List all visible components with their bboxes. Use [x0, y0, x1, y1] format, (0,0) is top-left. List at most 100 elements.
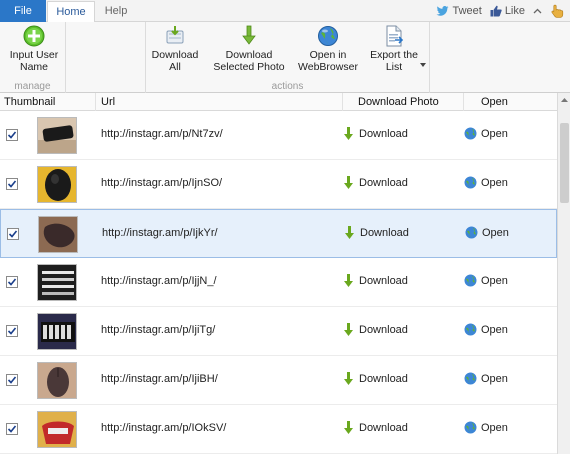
table-row[interactable]: http://instagr.am/p/IjnSO/ Download Open [0, 160, 557, 209]
row-open-link[interactable]: Open [465, 226, 509, 239]
globe-icon [464, 176, 477, 189]
download-label: Download [359, 422, 408, 434]
tweet-label: Tweet [452, 5, 482, 17]
download-arrow-icon [242, 25, 256, 45]
row-checkbox[interactable] [7, 228, 19, 240]
row-download-link[interactable]: Download [345, 226, 409, 240]
download-all-icon [166, 26, 184, 44]
dropdown-arrow-icon [420, 63, 426, 67]
input-user-name-label: Input User Name [9, 49, 59, 73]
open-label: Open [481, 127, 508, 140]
ribbon-group-actions: Download All Download Selected Photo Ope… [145, 22, 430, 93]
tab-help[interactable]: Help [98, 0, 134, 22]
scroll-up-arrow-icon[interactable] [558, 93, 570, 107]
table-row-selected[interactable]: http://instagr.am/p/IjkYr/ Download Open [0, 209, 557, 258]
open-label: Open [481, 176, 508, 189]
pointing-hand-icon[interactable] [550, 4, 564, 18]
row-download-link[interactable]: Download [344, 421, 408, 435]
row-open-link[interactable]: Open [464, 421, 508, 434]
photo-thumbnail [37, 362, 77, 399]
download-label: Download [359, 373, 408, 385]
photo-grid: http://instagr.am/p/Nt7zv/ Download Open… [0, 111, 557, 454]
row-open-link[interactable]: Open [464, 372, 508, 385]
table-row[interactable]: http://instagr.am/p/IOkSV/ Download Open [0, 405, 557, 454]
grid-column-header: Thumbnail Url Download Photo Open [0, 93, 557, 111]
checkmark-icon [7, 131, 17, 139]
tab-home[interactable]: Home [47, 1, 95, 23]
column-thumbnail[interactable]: Thumbnail [4, 93, 94, 111]
download-all-button[interactable]: Download All [148, 25, 202, 73]
export-list-label: Export the List [370, 49, 418, 73]
row-checkbox[interactable] [6, 325, 18, 337]
download-label: Download [359, 275, 408, 287]
tweet-button[interactable]: Tweet [436, 5, 482, 17]
open-label: Open [481, 274, 508, 287]
table-row[interactable]: http://instagr.am/p/IjiBH/ Download Open [0, 356, 557, 405]
download-all-label: Download All [151, 49, 199, 73]
column-download-photo[interactable]: Download Photo [358, 93, 462, 111]
download-label: Download [360, 227, 409, 239]
row-download-link[interactable]: Download [344, 323, 408, 337]
open-in-browser-label: Open in WebBrowser [298, 49, 358, 73]
globe-icon [464, 323, 477, 336]
tab-file[interactable]: File [0, 0, 46, 22]
row-open-link[interactable]: Open [464, 274, 508, 287]
row-url: http://instagr.am/p/Nt7zv/ [101, 128, 223, 140]
photo-thumbnail [37, 264, 77, 301]
globe-icon [464, 421, 477, 434]
like-button[interactable]: Like [490, 5, 525, 17]
download-label: Download [359, 324, 408, 336]
row-checkbox[interactable] [6, 423, 18, 435]
export-list-button[interactable]: Export the List [364, 25, 426, 73]
top-right-actions: Tweet Like [436, 0, 564, 22]
globe-icon [464, 127, 477, 140]
row-url: http://instagr.am/p/IjiTg/ [101, 324, 216, 336]
globe-icon [464, 372, 477, 385]
checkmark-icon [7, 278, 17, 286]
scrollbar-thumb[interactable] [560, 123, 569, 203]
add-user-icon [23, 25, 45, 47]
row-download-link[interactable]: Download [344, 372, 408, 386]
input-user-name-button[interactable]: Input User Name [6, 25, 62, 73]
checkmark-icon [7, 376, 17, 384]
ribbon-group-manage: Input User Name manage [0, 22, 66, 93]
column-open[interactable]: Open [481, 93, 541, 111]
download-selected-button[interactable]: Download Selected Photo [204, 25, 294, 73]
row-url: http://instagr.am/p/IOkSV/ [101, 422, 227, 434]
table-row[interactable]: http://instagr.am/p/IjjN_/ Download Open [0, 258, 557, 307]
download-selected-label: Download Selected Photo [213, 49, 285, 73]
vertical-scrollbar[interactable] [557, 93, 570, 454]
table-row[interactable]: http://instagr.am/p/Nt7zv/ Download Open [0, 111, 557, 160]
row-open-link[interactable]: Open [464, 127, 508, 140]
row-checkbox[interactable] [6, 276, 18, 288]
checkmark-icon [8, 230, 18, 238]
row-checkbox[interactable] [6, 129, 18, 141]
open-label: Open [482, 226, 509, 239]
download-arrow-icon [344, 176, 353, 189]
row-checkbox[interactable] [6, 178, 18, 190]
row-open-link[interactable]: Open [464, 323, 508, 336]
open-label: Open [481, 421, 508, 434]
checkmark-icon [7, 327, 17, 335]
checkmark-icon [7, 425, 17, 433]
thumbs-up-icon [490, 5, 502, 17]
row-download-link[interactable]: Download [344, 176, 408, 190]
download-arrow-icon [345, 226, 354, 239]
row-url: http://instagr.am/p/IjjN_/ [101, 275, 217, 287]
row-url: http://instagr.am/p/IjnSO/ [101, 177, 223, 189]
photo-thumbnail [37, 411, 77, 448]
table-row[interactable]: http://instagr.am/p/IjiTg/ Download Open [0, 307, 557, 356]
column-url[interactable]: Url [101, 93, 341, 111]
row-download-link[interactable]: Download [344, 127, 408, 141]
chevron-up-icon[interactable] [533, 7, 542, 16]
open-in-browser-button[interactable]: Open in WebBrowser [296, 25, 360, 73]
row-checkbox[interactable] [6, 374, 18, 386]
row-download-link[interactable]: Download [344, 274, 408, 288]
row-url: http://instagr.am/p/IjkYr/ [102, 227, 218, 239]
column-divider [463, 93, 464, 111]
ribbon-toolbar: Input User Name manage Download All Down… [0, 22, 570, 93]
download-arrow-icon [344, 127, 353, 140]
row-open-link[interactable]: Open [464, 176, 508, 189]
manage-group-label: manage [14, 81, 51, 92]
column-divider [95, 93, 96, 111]
